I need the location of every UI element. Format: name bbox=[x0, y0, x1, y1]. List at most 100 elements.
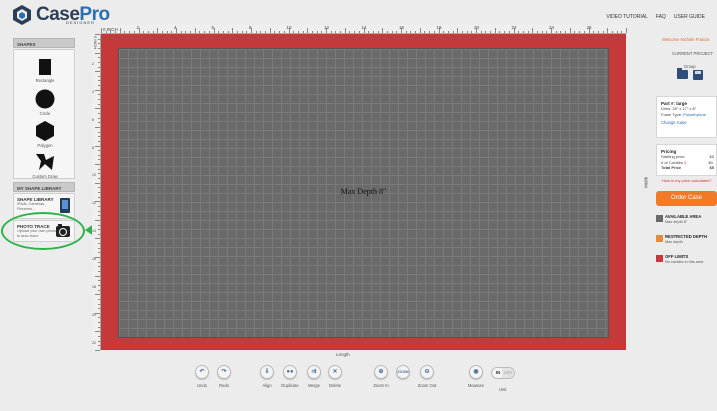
ruler-tick bbox=[443, 31, 445, 33]
ruler-tick bbox=[536, 31, 538, 33]
ruler-tick bbox=[95, 89, 100, 91]
available-area-grid[interactable]: Max Depth 8" bbox=[118, 48, 609, 338]
ruler-tick bbox=[583, 31, 585, 33]
measure-button[interactable]: ◉ Measure bbox=[463, 365, 489, 388]
shape-polygon[interactable]: Polygon bbox=[14, 121, 76, 148]
legend-available-swatch bbox=[656, 215, 663, 222]
ruler-tick bbox=[321, 31, 323, 33]
ruler-tick bbox=[260, 31, 262, 33]
ruler-tick bbox=[98, 122, 100, 124]
ruler-tick bbox=[452, 31, 454, 33]
ruler-tick bbox=[480, 31, 482, 33]
ruler-left-label: 10 bbox=[92, 173, 96, 178]
ruler-tick bbox=[98, 178, 100, 180]
ruler-left-label: 2 bbox=[92, 61, 94, 66]
ruler-tick bbox=[98, 103, 100, 105]
ruler-tick bbox=[98, 168, 100, 170]
ruler-top-label: 18 bbox=[436, 25, 442, 30]
shape-custom-draw-label: Custom Draw bbox=[32, 174, 58, 179]
case-board-off-limits[interactable]: Max Depth 8" bbox=[101, 34, 626, 350]
ruler-tick bbox=[98, 47, 100, 49]
ruler-tick bbox=[95, 126, 100, 128]
ruler-tick bbox=[626, 28, 627, 33]
nav-video-tutorial[interactable]: VIDEO TUTORIAL bbox=[606, 14, 648, 20]
ruler-tick bbox=[485, 31, 487, 33]
ruler-tick bbox=[283, 31, 285, 33]
align-icon: ⇩ bbox=[260, 365, 274, 379]
ruler-unit-top: 0 INCH bbox=[103, 27, 118, 32]
ruler-top-label: 22 bbox=[511, 25, 517, 30]
duplicate-button[interactable]: ●● Duplicate bbox=[277, 365, 303, 388]
nav-user-guide[interactable]: USER GUIDE bbox=[674, 14, 705, 20]
ruler-tick bbox=[98, 308, 100, 310]
ruler-tick bbox=[429, 31, 431, 33]
ruler-tick bbox=[490, 31, 492, 33]
ruler-top-label: 2 bbox=[136, 25, 140, 30]
folder-icon[interactable] bbox=[677, 68, 688, 79]
ruler-left: 2 4 6 8 10 12 14 16 18 20 22 bbox=[92, 34, 101, 351]
ruler-tick bbox=[279, 31, 281, 33]
ruler-tick bbox=[166, 31, 168, 33]
order-case-button[interactable]: Order Case bbox=[656, 191, 717, 206]
ruler-tick bbox=[579, 31, 581, 33]
ruler-tick bbox=[541, 31, 543, 33]
welcome-text: Welcome Nichole Francis bbox=[662, 37, 710, 42]
legend-available-title: AVAILABLE AREA bbox=[665, 214, 702, 219]
ruler-top-label: 4 bbox=[174, 25, 177, 30]
ruler-tick bbox=[98, 252, 100, 254]
ruler-tick bbox=[546, 31, 548, 33]
unit-toggle[interactable]: IN MM bbox=[491, 367, 515, 379]
ruler-tick bbox=[98, 247, 100, 249]
delete-button[interactable]: ✕ Delete bbox=[322, 365, 348, 388]
ruler-tick bbox=[616, 31, 618, 33]
ruler-top-label: 8 bbox=[249, 25, 252, 30]
nav-faq[interactable]: FAQ bbox=[656, 14, 666, 20]
foam-type-value: Polyethylene bbox=[683, 111, 707, 117]
legend-restricted-swatch bbox=[656, 235, 663, 242]
ruler-tick bbox=[180, 31, 182, 33]
ruler-tick bbox=[161, 31, 163, 33]
ruler-tick bbox=[461, 31, 463, 33]
logo-hex-icon bbox=[13, 5, 31, 25]
ruler-tick bbox=[98, 345, 100, 347]
ruler-tick bbox=[368, 31, 370, 33]
save-icon[interactable] bbox=[693, 70, 703, 80]
casepro-logo[interactable]: CasePro bbox=[12, 4, 110, 26]
ruler-tick bbox=[621, 31, 623, 33]
shape-circle[interactable]: Circle bbox=[14, 89, 76, 116]
ruler-tick bbox=[98, 150, 100, 152]
tool-label: Delete bbox=[328, 383, 342, 388]
ruler-tick bbox=[98, 289, 100, 291]
legend-available-sub: Max depth 8" bbox=[665, 220, 688, 224]
ruler-tick bbox=[293, 31, 295, 33]
shape-rectangle[interactable]: Rectangle bbox=[14, 58, 76, 83]
ruler-top-label: 14 bbox=[361, 25, 367, 30]
change-case-link[interactable]: Change Case bbox=[661, 120, 712, 125]
ruler-tick bbox=[504, 31, 506, 33]
ruler-tick bbox=[98, 322, 100, 324]
ruler-tick bbox=[95, 331, 100, 333]
ruler-tick bbox=[396, 31, 398, 33]
ruler-tick bbox=[199, 31, 201, 33]
ruler-tick bbox=[98, 280, 100, 282]
price-help-link[interactable]: How is my price calculated? bbox=[662, 178, 712, 183]
tablet-icon bbox=[60, 198, 70, 213]
ruler-tick bbox=[98, 43, 100, 45]
ruler-top-label: 6 bbox=[211, 25, 215, 30]
legend-restricted-sub: Max depth bbox=[665, 240, 683, 244]
ruler-tick bbox=[98, 57, 100, 59]
polygon-icon bbox=[36, 121, 54, 141]
ruler-tick bbox=[95, 238, 100, 240]
shape-custom-draw[interactable]: Custom Draw bbox=[14, 152, 76, 179]
ruler-tick bbox=[410, 31, 412, 33]
bottom-toolbar: IN MM Unit ↶ Undo ↷ Redo ⇩ Align ●● Duplicate ⇉ M… bbox=[0, 365, 717, 395]
ruler-top-label: 20 bbox=[474, 25, 480, 30]
zoom-out-button[interactable]: ⊖ Zoom Out bbox=[414, 365, 440, 388]
zoom-out-icon: ⊖ bbox=[420, 365, 434, 379]
ruler-tick bbox=[358, 31, 360, 33]
ruler-tick bbox=[607, 28, 609, 33]
ruler-tick bbox=[471, 31, 473, 33]
zoom-button[interactable]: ZOOM bbox=[390, 365, 416, 383]
custom-draw-icon bbox=[36, 154, 54, 170]
redo-button[interactable]: ↷ Redo bbox=[211, 365, 237, 388]
